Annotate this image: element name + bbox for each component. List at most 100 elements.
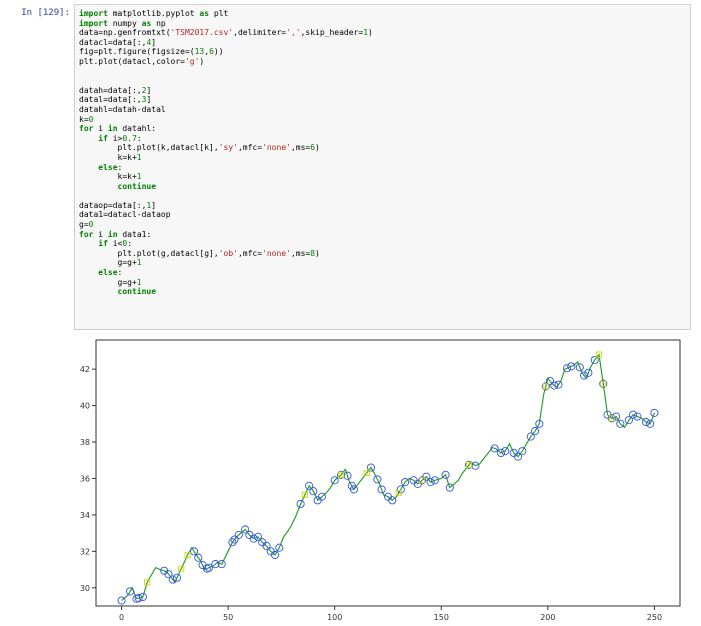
code-token: )) — [213, 47, 224, 57]
x-tick-label: 150 — [434, 613, 449, 622]
code-token: 'none' — [262, 143, 291, 153]
matplotlib-line-chart: 30 32 34 36 38 40 42 0 50 100 150 200 250 — [80, 339, 681, 622]
code-token: ] — [146, 95, 152, 105]
code-token: if — [98, 133, 108, 143]
code-token: i< — [107, 239, 123, 249]
code-token: ) — [199, 56, 205, 66]
code-token: continue — [117, 181, 157, 191]
code-line: if i<0: — [79, 239, 132, 248]
code-token: numpy — [107, 18, 142, 28]
code-token: 0 — [88, 114, 94, 124]
code-line: if i>0.7: — [79, 133, 141, 143]
code-token: 'TSM2017.csv' — [170, 28, 234, 38]
code-line: for i in datahl: — [79, 124, 156, 133]
code-line: data1=datacl-dataop — [79, 210, 171, 219]
code-token: as — [199, 9, 210, 18]
code-line: else: — [79, 268, 122, 277]
code-line: k=k+1 — [79, 153, 142, 162]
y-tick-label: 32 — [80, 547, 90, 556]
code-token: ] — [151, 37, 157, 47]
code-token: ) — [315, 248, 320, 258]
code-line: g=g+1 — [79, 278, 142, 287]
code-token: matplotlib.pyplot — [107, 9, 200, 18]
code-token: i> — [107, 133, 123, 143]
code-token: 0.7 — [122, 133, 137, 143]
y-tick-label: 34 — [80, 511, 90, 520]
code-token: in — [107, 124, 118, 134]
code-token: g= — [79, 220, 89, 230]
code-token: 0 — [88, 220, 94, 230]
code-line: datahl=datah-datal — [79, 105, 166, 114]
code-line: plt.plot(k,datacl[k],'sy',mfc='none',ms=… — [79, 143, 320, 152]
x-tick-label: 50 — [223, 613, 233, 622]
code-line: import matplotlib.pyplot as plt — [79, 9, 228, 18]
code-token: ) — [315, 143, 320, 153]
code-line: plt.plot(datacl,color='g') — [79, 57, 204, 66]
code-line: fig=plt.figure(figsize=(13,6)) — [79, 47, 224, 56]
code-token: ,mfc= — [237, 143, 263, 153]
code-token: 1 — [136, 172, 142, 182]
code-token: continue — [117, 287, 157, 297]
code-token: k= — [79, 114, 89, 124]
y-tick-label: 40 — [80, 402, 90, 411]
code-token: if — [98, 239, 108, 249]
code-token: ,skip_header= — [300, 28, 364, 38]
code-token: datahl=datah-datal — [79, 104, 166, 114]
code-token: ] — [146, 85, 152, 95]
code-line: g=0 — [79, 220, 93, 229]
code-token: import — [79, 9, 108, 18]
code-line: k=k+1 — [79, 172, 142, 181]
code-token: ,ms= — [290, 248, 311, 258]
code-token: else — [98, 268, 118, 278]
code-line: k=0 — [79, 115, 93, 124]
code-line: import numpy as np — [79, 19, 166, 28]
code-token: for — [79, 124, 94, 134]
code-token: ',' — [286, 28, 301, 38]
code-token: import — [79, 18, 108, 28]
code-line: for i in data1: — [79, 230, 151, 239]
code-token: ,ms= — [290, 143, 311, 153]
code-token: for — [79, 229, 94, 239]
code-token: : — [117, 268, 123, 278]
code-token: 'ob' — [218, 248, 238, 258]
code-line: plt.plot(g,datacl[g],'ob',mfc='none',ms=… — [79, 249, 320, 258]
code-token: k=k+ — [79, 152, 137, 162]
code-token: data1=datacl-dataop — [79, 210, 171, 220]
x-tick-label: 250 — [647, 613, 662, 622]
y-tick-label: 30 — [80, 584, 90, 593]
code-token: 'none' — [262, 248, 291, 258]
cell-prompt: In [129]: — [21, 8, 70, 18]
code-token: 1 — [136, 152, 142, 162]
x-tick-label: 0 — [119, 613, 124, 622]
x-tick-label: 100 — [327, 613, 342, 622]
x-tick-label: 200 — [540, 613, 555, 622]
code-token: ) — [368, 28, 373, 38]
code-line: g=g+1 — [79, 258, 142, 267]
code-token: g=g+ — [79, 258, 137, 268]
code-token: np — [151, 18, 166, 28]
cell-output: 30 32 34 36 38 40 42 0 50 100 150 200 250 — [76, 334, 688, 624]
code-token: ,delimiter= — [233, 28, 287, 38]
code-token: data1: — [117, 229, 152, 239]
code-token: in — [107, 229, 118, 239]
code-line: continue — [79, 287, 157, 297]
code-token: 'sy' — [218, 143, 238, 153]
code-token: plt — [209, 9, 229, 18]
code-token: plt.plot(k,datacl[k], — [79, 143, 219, 153]
y-tick-label: 42 — [80, 365, 90, 374]
code-line: data=np.genfromtxt('TSM2017.csv',delimit… — [79, 28, 373, 37]
code-line: else: — [79, 163, 122, 172]
code-token: dataop=data[:, — [79, 200, 147, 210]
code-token: 13 — [194, 47, 205, 57]
code-text[interactable]: import matplotlib.pyplot as plt import n… — [79, 9, 373, 297]
code-line: datal=data[:,3] — [79, 95, 151, 104]
code-token: fig=plt.figure(figsize=( — [79, 47, 195, 57]
code-token: g=g+ — [79, 277, 137, 287]
code-cell-editor[interactable]: import matplotlib.pyplot as plt import n… — [74, 4, 691, 330]
code-token: i — [93, 229, 108, 239]
code-token: k=k+ — [79, 172, 137, 182]
y-tick-label: 36 — [80, 474, 90, 483]
